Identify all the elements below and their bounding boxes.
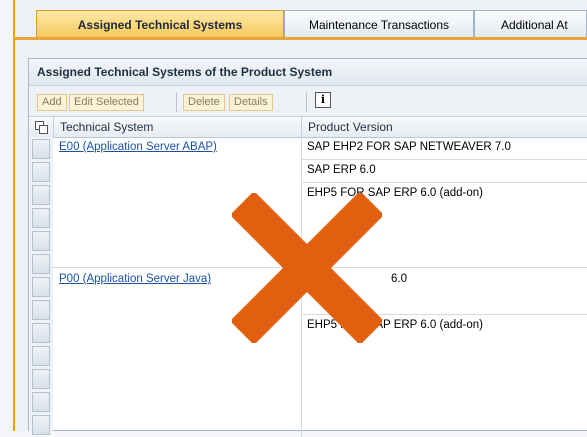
table-cell-version: 6.0 [391, 273, 407, 285]
table-cell-version: SAP EHP2 FOR SAP NETWEAVER 7.0 [307, 141, 511, 153]
x-cross-icon [232, 193, 382, 343]
tab-assigned-technical-systems[interactable]: Assigned Technical Systems [36, 10, 284, 38]
row-selector[interactable] [32, 208, 50, 228]
table-header: Technical System Product Version [29, 117, 587, 138]
row-selector[interactable] [32, 392, 50, 412]
panel-title: Assigned Technical Systems of the Produc… [29, 59, 587, 86]
row-selector[interactable] [32, 231, 50, 251]
row-selectors [29, 137, 53, 435]
row-selector[interactable] [32, 162, 50, 182]
row-selector[interactable] [32, 323, 50, 343]
system-link-e00[interactable]: E00 (Application Server ABAP) [59, 141, 217, 153]
table-cell-version: SAP ERP 6.0 [307, 164, 376, 176]
info-icon[interactable]: i [315, 92, 331, 108]
toolbar-separator [176, 92, 177, 112]
details-button[interactable]: Details [229, 94, 273, 111]
row-selector[interactable] [32, 254, 50, 274]
system-link-p00[interactable]: P00 (Application Server Java) [59, 273, 211, 285]
tab-strip: Assigned Technical Systems Maintenance T… [20, 10, 587, 38]
tab-maintenance-transactions[interactable]: Maintenance Transactions [284, 10, 474, 38]
row-selector[interactable] [32, 185, 50, 205]
tab-additional-attributes[interactable]: Additional At [474, 10, 587, 38]
add-button[interactable]: Add [37, 94, 67, 111]
row-selector[interactable] [32, 415, 50, 435]
row-selector[interactable] [32, 139, 50, 159]
tab-bar-line [13, 37, 587, 40]
row-selector[interactable] [32, 369, 50, 389]
row-selector[interactable] [32, 300, 50, 320]
select-all-icon[interactable] [35, 121, 48, 134]
delete-button[interactable]: Delete [183, 94, 225, 111]
edit-selected-button[interactable]: Edit Selected [69, 94, 144, 111]
row-selector[interactable] [32, 277, 50, 297]
toolbar-separator [306, 92, 307, 112]
column-technical-system[interactable]: Technical System [53, 117, 301, 137]
toolbar: Add Edit Selected Delete Details i [29, 86, 587, 117]
row-selector[interactable] [32, 346, 50, 366]
column-product-version[interactable]: Product Version [301, 117, 587, 137]
table-cell-system: E00 (Application Server ABAP) [53, 137, 301, 157]
